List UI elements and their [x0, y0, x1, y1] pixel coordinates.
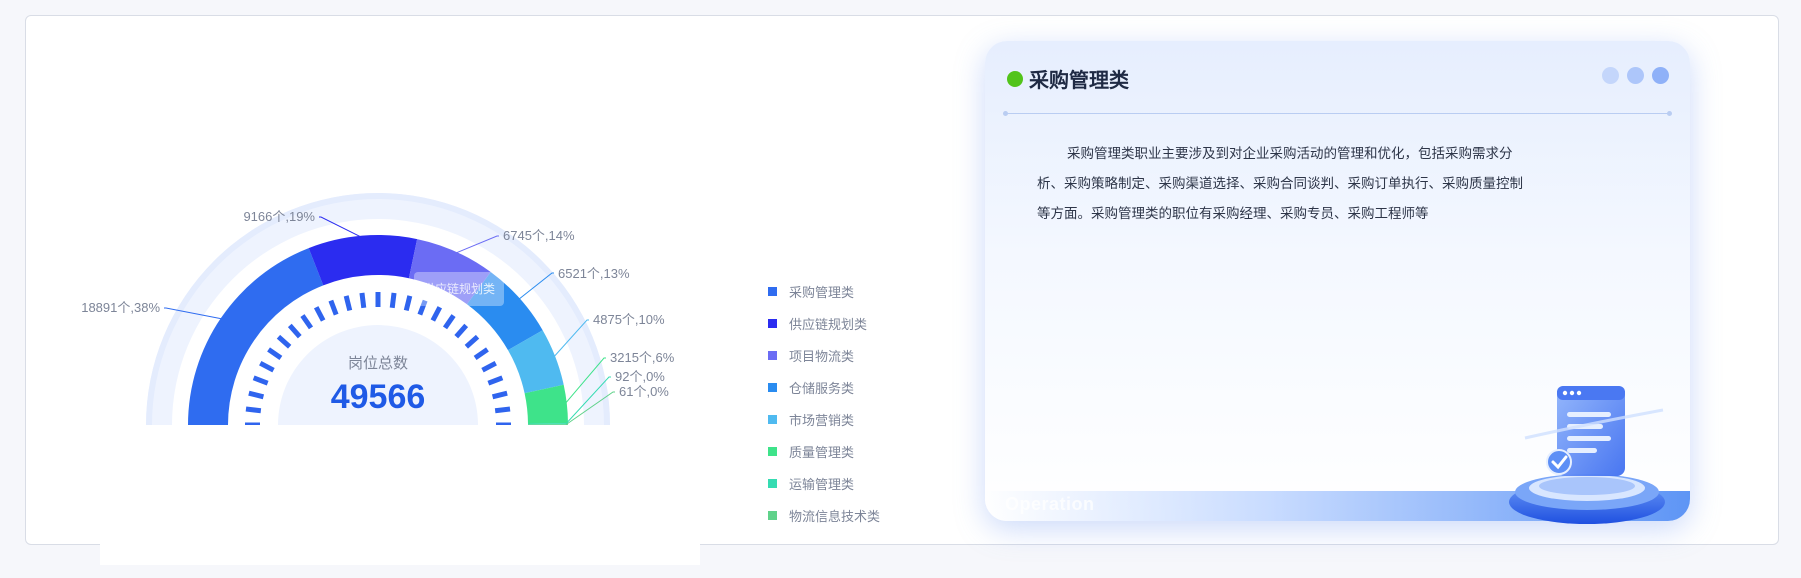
tick-mark: [487, 375, 504, 386]
tick-mark: [359, 292, 367, 309]
legend-item[interactable]: 采购管理类: [768, 275, 880, 307]
legend-label: 供应链规划类: [789, 316, 868, 332]
legend-swatch: [768, 446, 777, 456]
legend-item[interactable]: 运输管理类: [768, 467, 880, 499]
tick-mark: [464, 334, 480, 349]
card-description: 采购管理类职业主要涉及到对企业采购活动的管理和优化，包括采购需求分析、采购策略制…: [1037, 146, 1523, 221]
window-dot-icon: [1602, 67, 1619, 84]
tooltip-text: 供应链规划类: [423, 281, 495, 296]
tick-mark: [343, 295, 353, 312]
legend-label: 采购管理类: [789, 284, 855, 300]
window-dot-icon: [1627, 67, 1644, 84]
tick-mark: [276, 334, 292, 349]
chart-base-mask: [100, 425, 700, 565]
tick-mark: [403, 295, 413, 312]
legend-label: 物流信息技术类: [789, 508, 881, 524]
legend-item[interactable]: 仓储服务类: [768, 371, 880, 403]
tick-mark: [267, 347, 283, 361]
tick-mark: [430, 306, 443, 322]
data-label: 6521个,13%: [558, 266, 630, 281]
card-title: 采购管理类: [1029, 70, 1129, 92]
legend-swatch: [768, 286, 777, 296]
tick-mark: [473, 347, 489, 361]
tick-mark: [252, 375, 269, 386]
legend-item[interactable]: 供应链规划类: [768, 307, 880, 339]
legend-swatch: [768, 478, 777, 488]
tick-mark: [287, 323, 302, 339]
data-label: 9166个,19%: [243, 209, 315, 224]
legend-swatch: [768, 382, 777, 392]
card-footer-text: Operation: [1005, 494, 1095, 514]
tick-mark: [494, 406, 511, 414]
data-label: 18891个,38%: [81, 300, 160, 315]
data-label: 61个,0%: [619, 384, 669, 399]
data-label: 92个,0%: [615, 369, 665, 384]
chart-legend: 采购管理类供应链规划类 项目物流类仓储服务类市场营销类质量管理类运输管理类物流信息…: [768, 275, 880, 531]
tick-mark: [248, 390, 265, 400]
legend-swatch: [768, 350, 777, 360]
tick-mark: [313, 306, 326, 322]
tick-mark: [442, 314, 456, 330]
legend-label: 项目物流类: [789, 348, 855, 364]
center-value: 49566: [331, 378, 426, 416]
browser-checkmark-illustration: [1509, 386, 1665, 524]
legend-label: 市场营销类: [789, 412, 855, 428]
window-dots: [1602, 67, 1669, 84]
legend-item[interactable]: 质量管理类: [768, 435, 880, 467]
legend-swatch: [768, 510, 777, 520]
window-dot-icon: [1652, 67, 1669, 84]
center-label: 岗位总数: [348, 355, 408, 372]
legend-label: 质量管理类: [789, 444, 855, 460]
legend-item[interactable]: 项目物流类: [768, 339, 880, 371]
card-header: 采购管理类: [1007, 64, 1129, 93]
tick-mark: [259, 360, 275, 373]
tick-mark: [389, 292, 397, 309]
donut-segment: [308, 235, 418, 286]
data-label: 3215个,6%: [610, 350, 675, 365]
tick-mark: [491, 390, 508, 400]
tick-mark: [245, 406, 262, 414]
legend-item[interactable]: 市场营销类: [768, 403, 880, 435]
data-label: 6745个,14%: [503, 228, 575, 243]
tick-mark: [481, 360, 497, 373]
status-dot-icon: [1007, 70, 1023, 87]
tick-mark: [328, 299, 339, 316]
card-divider: [1003, 111, 1672, 116]
legend-label: 运输管理类: [789, 476, 855, 492]
legend-swatch: [768, 318, 777, 328]
tick-mark: [454, 323, 469, 339]
legend-label: 仓储服务类: [789, 380, 855, 396]
legend-swatch: [768, 414, 777, 424]
legend-item[interactable]: 物流信息技术类: [768, 499, 880, 531]
data-label: 4875个,10%: [593, 312, 665, 327]
tick-mark: [300, 314, 314, 330]
